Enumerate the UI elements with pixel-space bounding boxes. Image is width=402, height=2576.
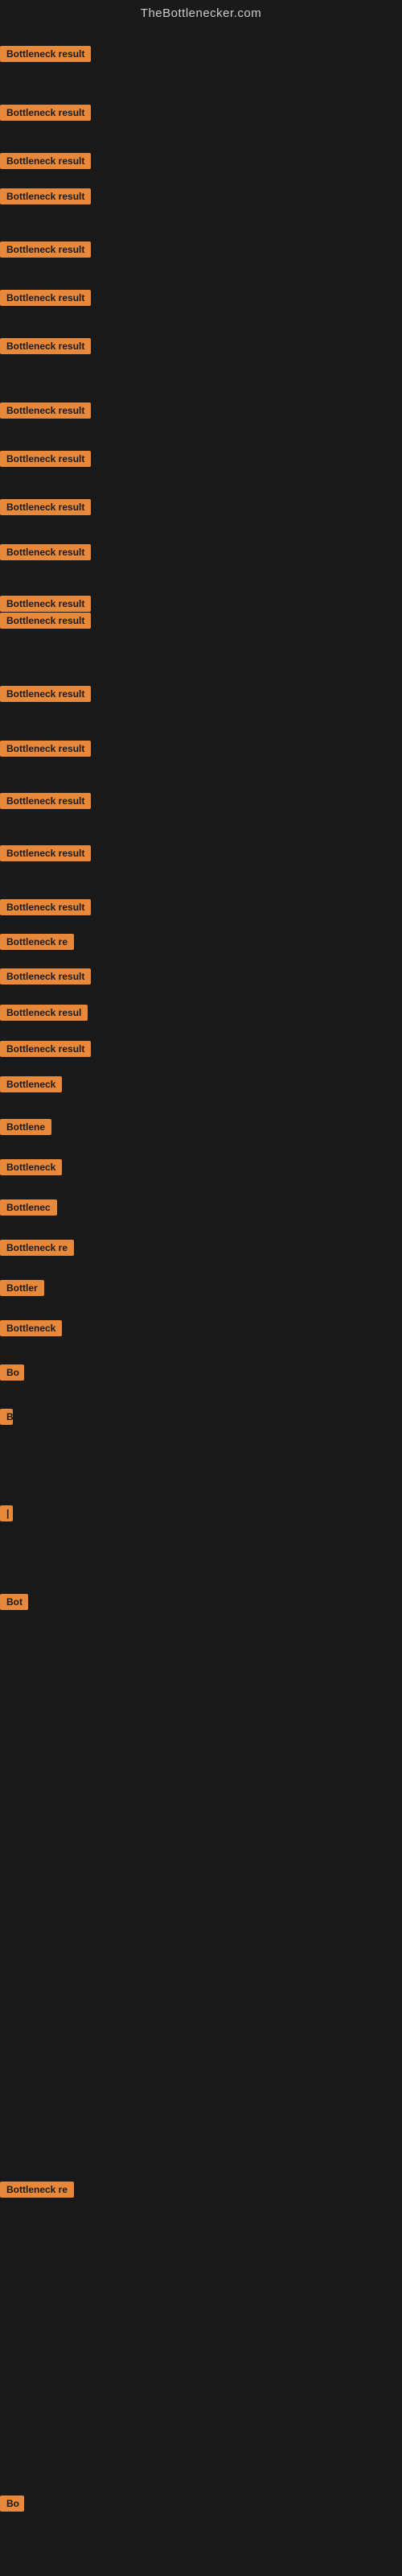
bottleneck-badge: Bottleneck result — [0, 845, 91, 861]
bottleneck-badge: Bottleneck result — [0, 499, 91, 515]
bottleneck-item: Bottleneck re — [0, 2182, 74, 2202]
bottleneck-badge: Bottleneck re — [0, 1240, 74, 1256]
bottleneck-badge: Bottlenec — [0, 1199, 57, 1216]
bottleneck-badge: Bottleneck re — [0, 934, 74, 950]
bottleneck-badge: Bottleneck result — [0, 188, 91, 204]
bottleneck-item: Bottleneck result — [0, 899, 91, 919]
bottleneck-item: Bottleneck resul — [0, 1005, 88, 1025]
bottleneck-badge: Bottleneck result — [0, 686, 91, 702]
bottleneck-item: B — [0, 1409, 13, 1429]
bottleneck-badge: Bottler — [0, 1280, 44, 1296]
bottleneck-badge: Bo — [0, 2496, 24, 2512]
bottleneck-badge: Bottleneck result — [0, 402, 91, 419]
bottleneck-badge: Bottleneck result — [0, 968, 91, 985]
bottleneck-item: Bo — [0, 2496, 24, 2516]
bottleneck-badge: Bot — [0, 1594, 28, 1610]
bottleneck-badge: Bottleneck result — [0, 596, 91, 612]
bottleneck-item: Bottleneck result — [0, 451, 91, 471]
bottleneck-badge: Bottleneck result — [0, 1041, 91, 1057]
bottleneck-item: Bottlenec — [0, 1199, 57, 1220]
bottleneck-item: Bottleneck result — [0, 499, 91, 519]
bottleneck-badge: Bottleneck — [0, 1320, 62, 1336]
bottleneck-item: Bottleneck result — [0, 188, 91, 208]
bottleneck-badge: | — [0, 1505, 13, 1521]
bottleneck-item: Bottleneck result — [0, 402, 91, 423]
bottleneck-badge: Bottleneck result — [0, 741, 91, 757]
bottleneck-badge: Bottleneck result — [0, 242, 91, 258]
bottleneck-item: Bottleneck result — [0, 613, 91, 633]
bottleneck-badge: Bottleneck resul — [0, 1005, 88, 1021]
bottleneck-badge: Bottleneck result — [0, 793, 91, 809]
site-header: TheBottlenecker.com — [0, 0, 402, 23]
bottleneck-item: Bottleneck result — [0, 290, 91, 310]
bottleneck-item: Bot — [0, 1594, 28, 1614]
bottleneck-badge: Bottleneck result — [0, 613, 91, 629]
bottleneck-item: Bottleneck result — [0, 793, 91, 813]
bottleneck-item: Bo — [0, 1364, 24, 1385]
bottleneck-badge: Bottleneck re — [0, 2182, 74, 2198]
bottleneck-item: Bottleneck re — [0, 934, 74, 954]
bottleneck-item: Bottleneck result — [0, 544, 91, 564]
bottleneck-item: | — [0, 1505, 13, 1525]
bottleneck-badge: Bottleneck result — [0, 290, 91, 306]
bottleneck-item: Bottler — [0, 1280, 44, 1300]
bottleneck-badge: Bottlene — [0, 1119, 51, 1135]
bottleneck-item: Bottleneck result — [0, 845, 91, 865]
bottleneck-badge: Bottleneck result — [0, 338, 91, 354]
bottleneck-badge: Bottleneck result — [0, 451, 91, 467]
bottleneck-item: Bottleneck result — [0, 741, 91, 761]
bottleneck-badge: Bottleneck result — [0, 544, 91, 560]
bottleneck-item: Bottleneck result — [0, 338, 91, 358]
bottleneck-item: Bottleneck result — [0, 46, 91, 66]
bottleneck-item: Bottlene — [0, 1119, 51, 1139]
bottleneck-item: Bottleneck re — [0, 1240, 74, 1260]
bottleneck-badge: B — [0, 1409, 13, 1425]
bottleneck-badge: Bottleneck result — [0, 46, 91, 62]
bottleneck-badge: Bottleneck result — [0, 105, 91, 121]
bottleneck-item: Bottleneck — [0, 1159, 62, 1179]
bottleneck-item: Bottleneck result — [0, 686, 91, 706]
bottleneck-badge: Bottleneck result — [0, 899, 91, 915]
bottleneck-badge: Bottleneck — [0, 1076, 62, 1092]
bottleneck-badge: Bottleneck — [0, 1159, 62, 1175]
bottleneck-item: Bottleneck — [0, 1320, 62, 1340]
bottleneck-item: Bottleneck result — [0, 1041, 91, 1061]
bottleneck-badge: Bottleneck result — [0, 153, 91, 169]
bottleneck-badge: Bo — [0, 1364, 24, 1381]
bottleneck-item: Bottleneck result — [0, 105, 91, 125]
bottleneck-item: Bottleneck result — [0, 242, 91, 262]
bottleneck-item: Bottleneck — [0, 1076, 62, 1096]
bottleneck-item: Bottleneck result — [0, 153, 91, 173]
bottleneck-item: Bottleneck result — [0, 968, 91, 989]
